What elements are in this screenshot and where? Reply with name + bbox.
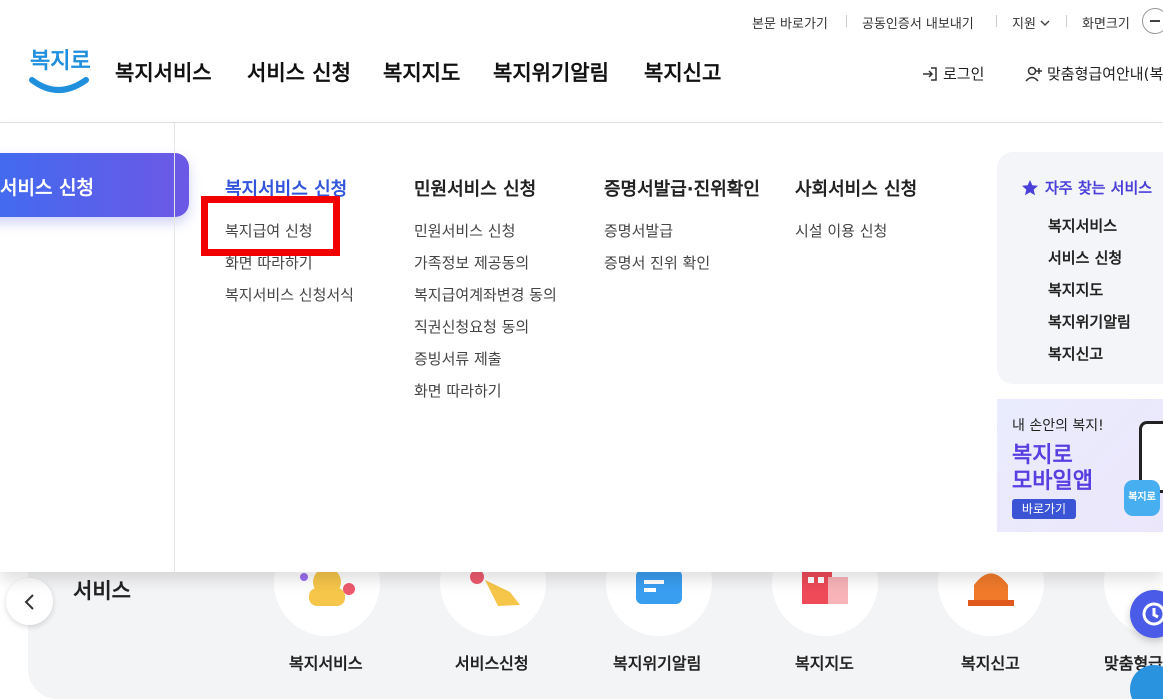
mobile-app-banner[interactable]: 내 손안의 복지! 복지로 모바일앱 바로가기 복지로 (997, 399, 1163, 532)
support-label: 지원 (1012, 17, 1036, 32)
star-icon (1022, 179, 1038, 195)
menu-link-account-change[interactable]: 복지급여계좌변경 동의 (414, 284, 557, 305)
custom-guide-link[interactable]: 맞춤형급여안내(복 (1025, 63, 1163, 84)
mega-menu: 서비스 신청 복지서비스 신청 복지급여 신청 화면 따라하기 복지서비스 신청… (0, 123, 1163, 572)
utility-divider (996, 15, 997, 27)
svg-text:복지로: 복지로 (30, 49, 90, 74)
page: 서비스 복지서비스 서비스신청 복지위기알림 복지지도 복지신고 맞춤형급 본문… (0, 0, 1163, 699)
menu-link-family-consent[interactable]: 가족정보 제공동의 (414, 252, 529, 273)
utility-bar: 본문 바로가기 공동인증서 내보내기 지원 화면크기 (0, 0, 1163, 40)
quick-service-label[interactable]: 복지위기알림 (613, 650, 701, 674)
custom-guide-label: 맞춤형급여안내(복 (1047, 65, 1163, 83)
favorites-panel: 자주 찾는 서비스 복지서비스 서비스 신청 복지지도 복지위기알림 복지신고 (997, 152, 1163, 384)
favorites-title: 자주 찾는 서비스 (1021, 177, 1152, 198)
menu-link-certificate-issue[interactable]: 증명서발급 (604, 220, 673, 241)
gnb-welfare-report[interactable]: 복지신고 (644, 57, 721, 87)
menu-link-screen-guide[interactable]: 화면 따라하기 (414, 380, 502, 401)
zoom-out-button[interactable] (1142, 8, 1163, 34)
menu-link-certificate-verify[interactable]: 증명서 진위 확인 (604, 252, 710, 273)
carousel-prev-button[interactable] (6, 578, 53, 625)
gnb-welfare-services[interactable]: 복지서비스 (115, 57, 212, 87)
column-title-certificate[interactable]: 증명서발급·진위확인 (604, 175, 760, 201)
active-menu-tab[interactable]: 서비스 신청 (0, 153, 189, 217)
utility-divider (1066, 15, 1067, 27)
chevron-down-icon (1040, 19, 1050, 26)
gnb-service-apply[interactable]: 서비스 신청 (247, 57, 351, 87)
menu-link-ex-officio-request[interactable]: 직권신청요청 동의 (414, 316, 529, 337)
banner-go-button[interactable]: 바로가기 (1012, 499, 1076, 519)
quick-service-heading: 서비스 (73, 579, 131, 603)
column-title-civil-apply[interactable]: 민원서비스 신청 (414, 175, 536, 201)
quick-service-label[interactable]: 서비스신청 (455, 650, 529, 674)
zoom-label: 화면크기 (1082, 17, 1130, 32)
menu-divider (174, 123, 175, 572)
favorites-title-text: 자주 찾는 서비스 (1045, 179, 1153, 197)
favorite-item[interactable]: 복지지도 (1048, 279, 1103, 300)
banner-title-line2: 모바일앱 (1012, 469, 1093, 494)
menu-link-document-submit[interactable]: 증빙서류 제출 (414, 348, 502, 369)
quick-service-label[interactable]: 복지신고 (961, 650, 1020, 674)
favorite-item[interactable]: 서비스 신청 (1048, 247, 1122, 268)
history-float-button[interactable] (1130, 590, 1163, 638)
history-icon (1142, 602, 1163, 626)
login-link[interactable]: 로그인 (921, 63, 984, 84)
menu-link-facility-use[interactable]: 시설 이용 신청 (795, 220, 887, 241)
support-dropdown[interactable]: 지원 (1012, 13, 1050, 32)
gnb-welfare-map[interactable]: 복지지도 (383, 57, 460, 87)
app-icon: 복지로 (1124, 480, 1160, 516)
favorite-item[interactable]: 복지서비스 (1048, 215, 1117, 236)
quick-service-label[interactable]: 복지지도 (795, 650, 854, 674)
user-add-icon (1025, 66, 1042, 82)
chevron-left-icon (24, 593, 34, 610)
column-title-social-service[interactable]: 사회서비스 신청 (795, 175, 917, 201)
favorite-item[interactable]: 복지위기알림 (1048, 311, 1131, 332)
favorite-item[interactable]: 복지신고 (1048, 343, 1103, 364)
login-label: 로그인 (943, 65, 985, 83)
header: 복지로 복지서비스 서비스 신청 복지지도 복지위기알림 복지신고 로그인 맞춤… (0, 40, 1163, 123)
highlight-box (201, 196, 340, 256)
quick-service-label[interactable]: 복지서비스 (289, 650, 363, 674)
gnb-crisis-alert[interactable]: 복지위기알림 (493, 57, 609, 87)
login-icon (923, 66, 937, 81)
utility-divider (846, 15, 847, 27)
menu-link-apply-forms[interactable]: 복지서비스 신청서식 (225, 284, 354, 305)
skip-to-content-link[interactable]: 본문 바로가기 (752, 13, 828, 32)
bokjiro-logo[interactable]: 복지로 (28, 42, 90, 98)
banner-subtitle: 내 손안의 복지! (1012, 418, 1104, 434)
cert-export-link[interactable]: 공동인증서 내보내기 (862, 13, 974, 32)
menu-link-civil-apply[interactable]: 민원서비스 신청 (414, 220, 515, 241)
